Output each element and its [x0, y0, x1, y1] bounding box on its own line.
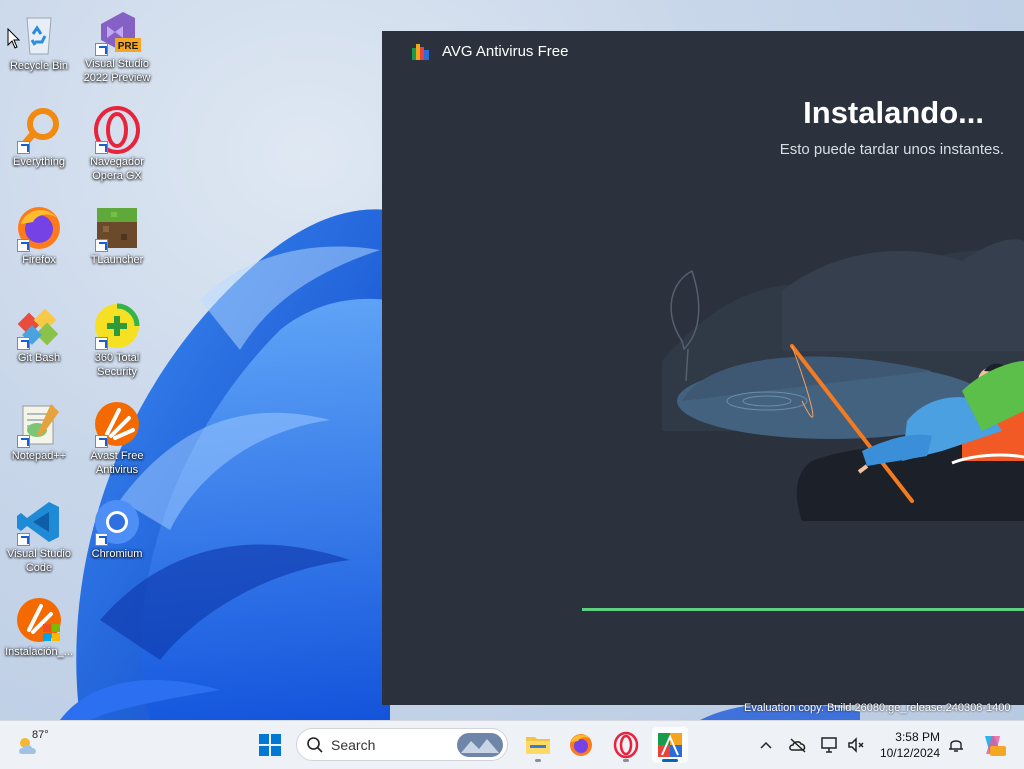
mouse-cursor-icon [7, 28, 21, 49]
desktop-icon-visual-studio-code[interactable]: Visual Studio Code [0, 498, 78, 575]
install-progress-fill [582, 608, 1024, 611]
git-bash-icon [15, 302, 63, 350]
avg-icon [658, 733, 682, 757]
recycle-bin-icon [15, 10, 63, 58]
desktop-icon-label: Everything [13, 156, 65, 168]
clock-time: 3:58 PM [895, 730, 940, 744]
pre-badge: PRE [118, 41, 139, 52]
onedrive-icon[interactable] [788, 735, 808, 755]
desktop-icon-label: Visual Studio Code [6, 548, 71, 574]
taskbar-search[interactable]: Search [296, 728, 508, 761]
avg-installer-window: AVG Antivirus Free Instalando... Esto pu… [382, 31, 1024, 705]
avast-icon [93, 400, 141, 448]
shortcut-arrow-icon [95, 239, 108, 252]
clock-date: 10/12/2024 [879, 746, 940, 760]
opera-gx-icon [93, 106, 141, 154]
desktop-icon-label: Notepad++ [11, 450, 67, 462]
shortcut-arrow-icon [95, 141, 108, 154]
volume-icon[interactable] [846, 735, 866, 755]
desktop-icon-git-bash[interactable]: Git Bash [0, 302, 78, 365]
avg-logo-icon [412, 44, 429, 60]
desktop-icon-notepad-plus-plus[interactable]: Notepad++ [0, 400, 78, 463]
vscode-icon [15, 498, 63, 546]
notepad-plus-plus-icon [15, 400, 63, 448]
desktop-icon-chromium[interactable]: Chromium [78, 498, 156, 561]
search-highlight-icon [457, 733, 503, 757]
taskbar-opera[interactable] [608, 727, 644, 763]
shortcut-arrow-icon [17, 533, 30, 546]
weather-widget[interactable]: 87° [16, 728, 56, 762]
desktop-icon-avast-free-antivirus[interactable]: Avast Free Antivirus [78, 400, 156, 477]
evaluation-watermark: Evaluation copy. Build 26080.ge_release.… [744, 702, 1011, 714]
desktop-icon-label: Recycle Bin [9, 60, 69, 72]
shortcut-arrow-icon [95, 533, 108, 546]
shortcut-arrow-icon [95, 337, 108, 350]
installing-subtitle: Esto puede tardar unos instantes. [779, 141, 1004, 158]
firefox-icon [15, 204, 63, 252]
360-security-icon [93, 302, 141, 350]
desktop-icon-instalacion[interactable]: Instalación_... [0, 596, 78, 659]
copilot-icon[interactable] [980, 732, 1006, 758]
desktop-icon-label: Firefox [22, 254, 56, 266]
firefox-icon [570, 734, 592, 756]
desktop-icon-label: Chromium [91, 548, 143, 560]
desktop-icon-firefox[interactable]: Firefox [0, 204, 78, 267]
visual-studio-icon: PRE [93, 8, 141, 56]
taskbar: 87° Search 3:58 PM 10/12/2024 [0, 720, 1024, 769]
install-progress-bar [582, 608, 1024, 611]
search-placeholder: Search [331, 737, 376, 753]
desktop-icon-everything[interactable]: Everything [0, 106, 78, 169]
notification-icon[interactable] [947, 736, 965, 754]
desktop-icon-label: 360 Total Security [94, 352, 140, 378]
start-icon [259, 734, 281, 756]
installing-heading: Instalando... [803, 95, 984, 130]
taskbar-clock[interactable]: 3:58 PM 10/12/2024 [874, 729, 940, 761]
taskbar-firefox[interactable] [563, 727, 599, 763]
desktop-icon-tlauncher[interactable]: TLauncher [78, 204, 156, 267]
running-indicator [535, 759, 541, 762]
desktop-icon-label: Avast Free Antivirus [90, 450, 144, 476]
taskbar-avg[interactable] [652, 727, 688, 763]
taskbar-file-explorer[interactable] [520, 727, 556, 763]
running-indicator [662, 759, 678, 762]
running-indicator [623, 759, 629, 762]
opera-icon [613, 731, 639, 759]
desktop-icon-360-total-security[interactable]: 360 Total Security [78, 302, 156, 379]
search-icon [307, 737, 323, 753]
desktop-icon-label: Instalación_... [5, 646, 73, 658]
desktop-icon-label: Visual Studio 2022 Preview [83, 58, 151, 84]
desktop-icon-opera-gx[interactable]: Navegador Opera GX [78, 106, 156, 183]
weather-temperature: 87° [32, 729, 49, 741]
file-explorer-icon [526, 737, 550, 754]
everything-icon [15, 106, 63, 154]
desktop-icon-label: TLauncher [90, 254, 144, 266]
window-titlebar[interactable]: AVG Antivirus Free [382, 31, 1024, 73]
network-icon[interactable] [820, 735, 840, 755]
shortcut-arrow-icon [17, 337, 30, 350]
shortcut-arrow-icon [17, 141, 30, 154]
shortcut-arrow-icon [95, 43, 108, 56]
desktop-icon-label: Navegador Opera GX [90, 156, 144, 182]
tlauncher-icon [93, 204, 141, 252]
fishing-illustration [662, 239, 1024, 521]
chevron-up-icon[interactable] [759, 738, 773, 752]
shortcut-arrow-icon [95, 435, 108, 448]
shortcut-arrow-icon [17, 435, 30, 448]
desktop-icon-visual-studio-2022-preview[interactable]: PRE Visual Studio 2022 Preview [78, 8, 156, 85]
desktop-icon-label: Git Bash [17, 352, 61, 364]
shortcut-arrow-icon [17, 239, 30, 252]
window-title: AVG Antivirus Free [442, 43, 569, 60]
chromium-icon [93, 498, 141, 546]
avast-installer-icon [15, 596, 63, 644]
start-button[interactable] [252, 727, 288, 763]
